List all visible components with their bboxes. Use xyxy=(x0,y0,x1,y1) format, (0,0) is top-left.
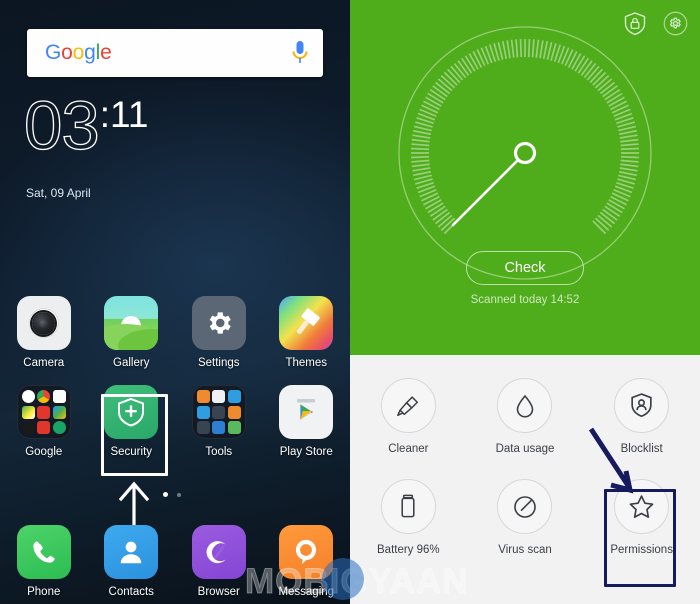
app-settings[interactable]: Settings xyxy=(175,296,263,369)
brush-icon[interactable] xyxy=(380,378,436,433)
app-grid: Camera Gallery Settings Themes Google Se… xyxy=(0,296,350,458)
tile-label: Data usage xyxy=(495,443,555,455)
scan-gauge xyxy=(398,26,652,280)
phone-icon[interactable] xyxy=(16,525,71,579)
watermark-badge xyxy=(322,558,364,600)
gear-icon[interactable] xyxy=(191,296,246,350)
home-screen-panel: Google 03 :11 Sat, 09 April Camera Galle… xyxy=(0,0,350,604)
app-label: Browser xyxy=(197,586,240,598)
camera-icon[interactable] xyxy=(16,296,71,350)
page-dot[interactable] xyxy=(177,492,181,497)
tools-folder-icon[interactable] xyxy=(191,385,246,439)
app-google-folder[interactable]: Google xyxy=(0,385,88,458)
app-camera[interactable]: Camera xyxy=(0,296,88,369)
tile-data-usage[interactable]: Data usage xyxy=(467,378,584,455)
security-app-panel: Check Scanned today 14:52 Cleaner Data u… xyxy=(350,0,700,604)
screenshot-root: Google 03 :11 Sat, 09 April Camera Galle… xyxy=(0,0,700,604)
app-security[interactable]: Security xyxy=(88,385,176,458)
app-themes[interactable]: Themes xyxy=(263,296,351,369)
google-folder-icon[interactable] xyxy=(16,385,71,439)
app-label: Gallery xyxy=(113,357,150,369)
google-logo: Google xyxy=(45,41,112,64)
tile-virus-scan[interactable]: Virus scan xyxy=(467,479,584,556)
down-arrow-annotation xyxy=(588,427,634,494)
clock-minutes-group: :11 xyxy=(100,96,149,133)
tile-label: Cleaner xyxy=(388,443,429,455)
app-label: Security xyxy=(110,446,153,458)
clock-hours: 03 xyxy=(23,87,100,164)
app-label: Settings xyxy=(197,357,240,369)
google-search-bar[interactable]: Google xyxy=(27,29,323,77)
app-label: Themes xyxy=(285,357,328,369)
gauge-tick-ring xyxy=(411,39,639,235)
tile-cleaner[interactable]: Cleaner xyxy=(350,378,467,455)
play-store-icon[interactable] xyxy=(279,385,334,439)
gallery-icon[interactable] xyxy=(104,296,159,350)
app-tools-folder[interactable]: Tools xyxy=(175,385,263,458)
check-button[interactable]: Check xyxy=(466,251,584,285)
app-phone[interactable]: Phone xyxy=(0,525,88,598)
tile-label: Permissions xyxy=(610,544,673,556)
droplet-icon[interactable] xyxy=(497,378,553,433)
page-indicator[interactable] xyxy=(163,492,181,497)
tile-battery[interactable]: Battery 96% xyxy=(350,479,467,556)
app-label: Contacts xyxy=(108,586,154,598)
app-label: Google xyxy=(25,446,63,458)
app-label: Phone xyxy=(27,586,61,598)
app-gallery[interactable]: Gallery xyxy=(88,296,176,369)
clock-separator: : xyxy=(99,94,111,135)
paintbrush-icon[interactable] xyxy=(279,296,334,350)
gear-circle-icon[interactable] xyxy=(663,11,688,36)
clock-minutes: 11 xyxy=(110,94,149,135)
circle-slash-icon[interactable] xyxy=(497,479,553,534)
app-label: Play Store xyxy=(279,446,333,458)
gauge-needle xyxy=(451,141,537,227)
clock-date: Sat, 09 April xyxy=(26,186,91,200)
battery-icon[interactable] xyxy=(380,479,436,534)
app-play-store[interactable]: Play Store xyxy=(263,385,351,458)
clock-widget: 03 :11 xyxy=(23,87,149,164)
tile-label: Virus scan xyxy=(498,544,552,556)
shield-plus-icon[interactable] xyxy=(104,385,159,439)
tile-label: Battery 96% xyxy=(377,544,440,556)
app-label: Tools xyxy=(205,446,233,458)
app-browser[interactable]: Browser xyxy=(175,525,263,598)
app-label: Camera xyxy=(23,357,65,369)
app-contacts[interactable]: Contacts xyxy=(88,525,176,598)
microphone-icon[interactable] xyxy=(291,40,309,66)
up-arrow-annotation xyxy=(118,481,150,525)
page-dot-active[interactable] xyxy=(163,492,168,497)
scan-status-text: Scanned today 14:52 xyxy=(470,294,580,306)
person-icon[interactable] xyxy=(104,525,159,579)
browser-swirl-icon[interactable] xyxy=(191,525,246,579)
dock: Phone Contacts Browser Messaging xyxy=(0,525,350,598)
feature-tile-grid: Cleaner Data usage Blocklist Battery 96%… xyxy=(350,378,700,556)
